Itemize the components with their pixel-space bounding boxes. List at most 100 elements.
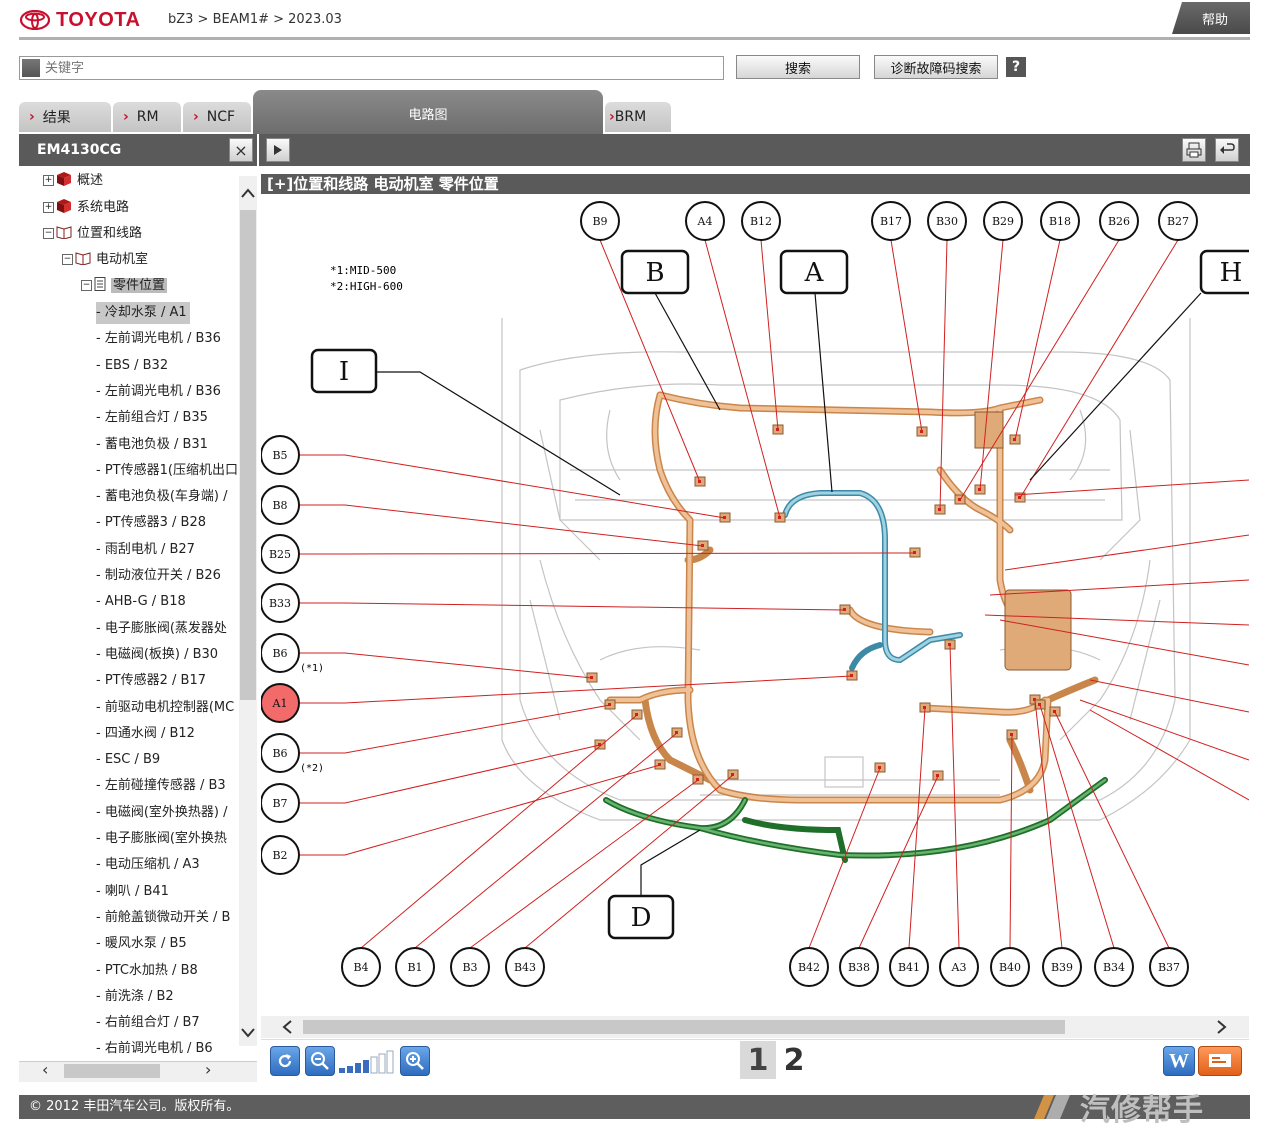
connector-callout-left[interactable]: B8 [261,485,300,525]
connector-callout-bottom[interactable]: B42 [789,947,829,987]
scroll-left-icon[interactable]: ‹ [42,1060,48,1079]
back-icon[interactable] [1215,138,1239,162]
scroll-right-icon[interactable] [1215,1019,1229,1035]
connector-callout-bottom[interactable]: B4 [341,947,381,987]
tree-leaf[interactable]: - 冷却水泵 / A1 [96,302,190,324]
tree-leaf[interactable]: - 左前碰撞传感器 / B3 [96,775,226,797]
connector-callout-bottom[interactable]: B40 [990,947,1030,987]
dtc-search-button[interactable]: 诊断故障码搜索 [874,55,998,79]
connector-callout-highlighted[interactable]: A1 [261,683,300,723]
tree-leaf[interactable]: - 前洗涤 / B2 [96,986,174,1008]
connector-callout-bottom[interactable]: B43 [505,947,545,987]
tab-rm[interactable]: › RM [113,102,181,132]
page-1-button[interactable]: 1 [740,1041,776,1079]
connector-callout-top[interactable]: B29 [983,201,1023,241]
tree-leaf[interactable]: - PT传感器1(压缩机出口 [96,460,238,482]
connector-callout-left[interactable]: B6 [261,633,300,673]
connector-callout-bottom[interactable]: B34 [1094,947,1134,987]
tree-leaf[interactable]: - 雨刮电机 / B27 [96,539,195,561]
play-icon[interactable] [266,138,290,162]
tree-leaf[interactable]: - 左前调光电机 / B36 [96,328,221,350]
connector-callout-bottom[interactable]: B1 [395,947,435,987]
tab-results[interactable]: › 结果 [19,102,111,132]
tree-leaf[interactable]: - 制动液位开关 / B26 [96,565,221,587]
connector-callout-left[interactable]: B25 [261,534,300,574]
expand-icon[interactable]: + [43,202,54,213]
tree-leaf[interactable]: - 蓄电池负极 / B31 [96,434,208,456]
tree-scroll-thumb[interactable] [240,210,256,700]
tree-hscroll-thumb[interactable] [64,1064,160,1078]
collapse-icon[interactable]: − [43,228,54,239]
search-field[interactable] [19,56,724,80]
connector-callout-top[interactable]: B9 [580,201,620,241]
scroll-down-icon[interactable] [240,1026,256,1040]
connector-callout-left[interactable]: B33 [261,583,300,623]
close-icon[interactable]: × [229,138,253,162]
connector-callout-top[interactable]: B18 [1040,201,1080,241]
tree-node-overview[interactable]: + 概述 [43,171,103,191]
print-icon[interactable] [1182,138,1206,162]
connector-callout-top[interactable]: B17 [871,201,911,241]
collapse-icon[interactable]: − [81,280,92,291]
tree-leaf[interactable]: - 电子膨胀阀(室外换热 [96,828,227,850]
tab-wiring-diagram[interactable]: 电路图 [253,90,603,134]
connector-callout-top[interactable]: B27 [1158,201,1198,241]
tree-node-location-routing[interactable]: − 位置和线路 [43,224,142,244]
zoom-out-icon[interactable] [305,1046,335,1076]
tree-leaf[interactable]: - ESC / B9 [96,749,160,771]
tree-leaf[interactable]: - 电动压缩机 / A3 [96,854,200,876]
tree-leaf[interactable]: - 四通水阀 / B12 [96,723,195,745]
tree-leaf[interactable]: - 暖风水泵 / B5 [96,933,187,955]
scroll-right-icon[interactable]: › [205,1060,211,1079]
tree-node-motor-room[interactable]: − 电动机室 [62,250,148,270]
scroll-up-icon[interactable] [240,186,256,200]
connector-callout-top[interactable]: B30 [927,201,967,241]
tree-leaf[interactable]: - 前驱动电机控制器(MC [96,697,234,719]
tree-leaf[interactable]: - 电磁阀(室外换热器) / [96,802,227,824]
tree-leaf[interactable]: - PT传感器2 / B17 [96,670,206,692]
connector-callout-bottom[interactable]: B37 [1149,947,1189,987]
tree-leaf[interactable]: - EBS / B32 [96,355,168,377]
connector-callout-bottom[interactable]: B38 [839,947,879,987]
search-input[interactable] [43,59,707,77]
search-button[interactable]: 搜索 [736,55,860,79]
tree-leaf[interactable]: - PTC水加热 / B8 [96,960,198,982]
connector-callout-bottom[interactable]: B39 [1042,947,1082,987]
tree-leaf[interactable]: - 右前组合灯 / B7 [96,1012,200,1034]
help-button[interactable]: 帮助 [1172,2,1250,34]
connector-callout-left[interactable]: B7 [261,783,300,823]
page-2-button[interactable]: 2 [776,1041,812,1079]
tree-leaf[interactable]: - 喇叭 / B41 [96,881,169,903]
slides-export-icon[interactable] [1198,1046,1242,1076]
connector-callout-left[interactable]: B5 [261,435,300,475]
tree-leaf[interactable]: - AHB-G / B18 [96,591,186,613]
tree-leaf[interactable]: - 左前组合灯 / B35 [96,407,208,429]
tree-leaf[interactable]: - 蓄电池负极(车身端) / [96,486,227,508]
tab-ncf[interactable]: › NCF [183,102,251,132]
collapse-icon[interactable]: − [62,254,73,265]
word-export-icon[interactable]: W [1163,1046,1195,1076]
connector-callout-bottom[interactable]: A3 [939,947,979,987]
connector-callout-bottom[interactable]: B3 [450,947,490,987]
tab-brm[interactable]: › BRM [605,102,671,132]
diagram-hscroll-thumb[interactable] [303,1020,1065,1034]
tree-leaf[interactable]: - 前舱盖锁微动开关 / B [96,907,230,929]
connector-callout-top[interactable]: A4 [685,201,725,241]
expand-icon[interactable]: + [43,175,54,186]
zoom-in-icon[interactable] [400,1046,430,1076]
zoom-level-indicator[interactable] [338,1050,398,1074]
tree-node-system-circuits[interactable]: + 系统电路 [43,198,129,218]
connector-callout-top[interactable]: B12 [741,201,781,241]
tree-leaf[interactable]: - 右前调光电机 / B6 [96,1038,213,1060]
refresh-icon[interactable] [270,1046,300,1076]
connector-callout-left[interactable]: B2 [261,835,300,875]
connector-callout-left[interactable]: B6 [261,733,300,773]
help-question-icon[interactable]: ? [1006,57,1026,77]
tree-leaf[interactable]: - 电磁阀(板换) / B30 [96,644,218,666]
tree-leaf[interactable]: - PT传感器3 / B28 [96,512,206,534]
scroll-left-icon[interactable] [280,1019,294,1035]
connector-callout-top[interactable]: B26 [1099,201,1139,241]
connector-callout-bottom[interactable]: B41 [889,947,929,987]
tree-leaf[interactable]: - 左前调光电机 / B36 [96,381,221,403]
tree-leaf[interactable]: - 电子膨胀阀(蒸发器处 [96,618,227,640]
